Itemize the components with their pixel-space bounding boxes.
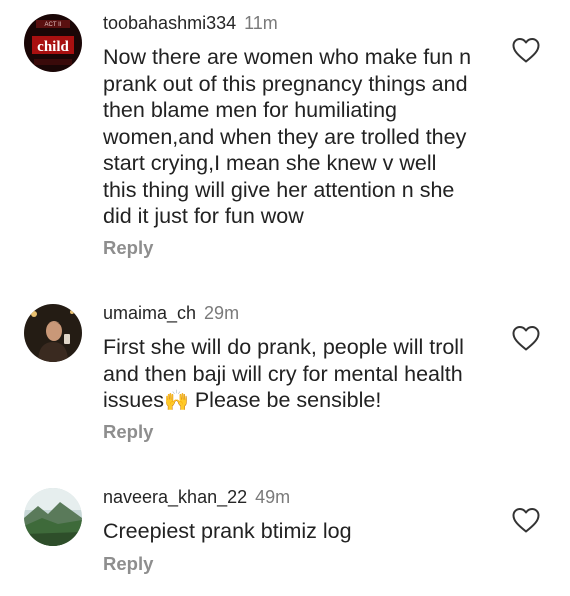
svg-text:child: child bbox=[37, 39, 69, 55]
heart-outline-icon bbox=[512, 326, 540, 351]
comment-text-part: Please be sensible! bbox=[188, 388, 382, 412]
user-avatar[interactable] bbox=[24, 488, 82, 546]
raising-hands-emoji: 🙌 bbox=[163, 390, 189, 412]
comment-meta: toobahashmi334 11m bbox=[103, 12, 278, 34]
heart-outline-icon bbox=[512, 508, 540, 533]
svg-text:ACT II: ACT II bbox=[45, 22, 62, 28]
timestamp: 49m bbox=[255, 487, 291, 507]
comment-text: Creepiest prank btimiz log bbox=[103, 519, 352, 543]
user-avatar[interactable]: child ACT II bbox=[24, 14, 82, 72]
timestamp: 11m bbox=[244, 13, 278, 33]
comment-item: naveera_khan_22 49m Creepiest prank btimi… bbox=[0, 474, 570, 596]
comment-item: child ACT II toobahashmi334 11m Now there… bbox=[0, 0, 570, 280]
reply-button[interactable]: Reply bbox=[103, 421, 153, 443]
comment-meta: umaima_ch 29m bbox=[103, 302, 239, 324]
landscape-photo-avatar-icon bbox=[24, 488, 82, 546]
woman-photo-avatar-icon bbox=[24, 304, 82, 362]
comment-text: First she will do prank, people will tro… bbox=[103, 334, 498, 414]
username[interactable]: umaima_ch bbox=[103, 303, 196, 323]
timestamp: 29m bbox=[204, 303, 240, 323]
comment-meta: naveera_khan_22 49m bbox=[103, 486, 290, 508]
heart-outline-icon bbox=[512, 38, 540, 63]
username[interactable]: naveera_khan_22 bbox=[103, 487, 247, 507]
comment-item: umaima_ch 29m First she will do prank, pe… bbox=[0, 290, 570, 470]
username[interactable]: toobahashmi334 bbox=[103, 13, 236, 33]
like-button[interactable] bbox=[511, 324, 541, 352]
reply-button[interactable]: Reply bbox=[103, 553, 153, 575]
like-button[interactable] bbox=[511, 36, 541, 64]
comment-text: Now there are women who make fun n prank… bbox=[103, 45, 472, 228]
user-avatar[interactable] bbox=[24, 304, 82, 362]
reply-button[interactable]: Reply bbox=[103, 237, 153, 259]
child-poster-avatar-icon: child ACT II bbox=[24, 14, 82, 72]
like-button[interactable] bbox=[511, 506, 541, 534]
